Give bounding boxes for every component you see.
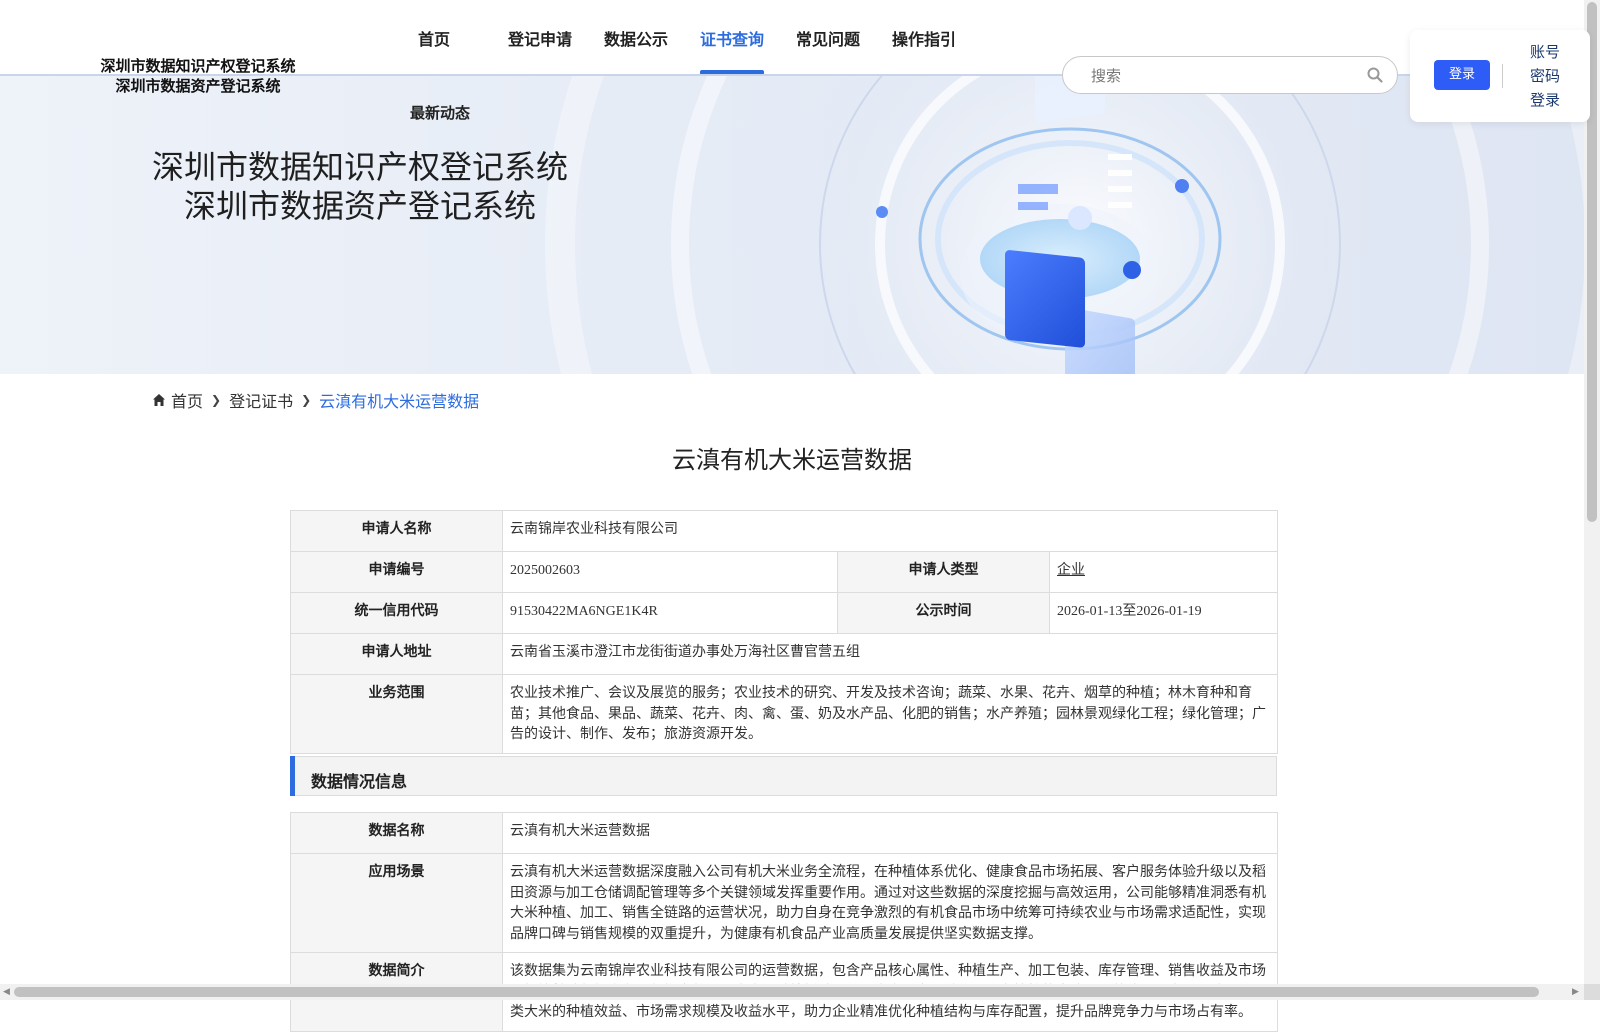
page-title: 云滇有机大米运营数据	[672, 446, 912, 474]
nav-item-faq[interactable]: 常见问题	[796, 26, 860, 50]
application-number-label: 申请编号	[290, 551, 503, 593]
credit-code-value: 91530422MA6NGE1K4R	[502, 592, 838, 634]
login-link-line-1: 账号	[1529, 43, 1560, 61]
nav-item-data-public[interactable]: 数据公示	[604, 26, 668, 50]
breadcrumb-home[interactable]: 首页	[171, 388, 203, 412]
applicant-type-value[interactable]: 企业	[1049, 551, 1278, 593]
banner-title-line-2: 深圳市数据资产登记系统	[183, 187, 536, 225]
applicant-name-label: 申请人名称	[290, 510, 503, 552]
section-title: 数据情况信息	[311, 774, 408, 791]
nav-item-certificate-query[interactable]: 证书查询	[700, 26, 764, 50]
table-row: 应用场景 云滇有机大米运营数据深度融入公司有机大米业务全流程，在种植体系优化、健…	[290, 853, 1278, 953]
applicant-info-table: 申请人名称 云南锦岸农业科技有限公司 申请编号 2025002603 申请人类型…	[290, 510, 1278, 754]
logo-line-1: 深圳市数据知识产权登记系统	[100, 57, 296, 75]
table-row: 申请人地址 云南省玉溪市澄江市龙街街道办事处万海社区曹官营五组	[290, 633, 1278, 675]
banner-title: 深圳市数据知识产权登记系统 深圳市数据资产登记系统	[140, 148, 580, 226]
nav-item-registration[interactable]: 登记申请	[508, 26, 572, 50]
search-icon[interactable]	[1367, 67, 1383, 83]
login-link-line-3: 登录	[1529, 91, 1560, 109]
business-scope-label: 业务范围	[290, 674, 503, 754]
horizontal-scrollbar[interactable]: ◀ ▶	[0, 984, 1584, 1000]
horizontal-scrollbar-thumb[interactable]	[14, 987, 1539, 997]
home-icon	[153, 394, 165, 406]
vertical-scrollbar[interactable]	[1584, 0, 1600, 1000]
login-button[interactable]: 登录	[1434, 60, 1490, 90]
publish-time-label: 公示时间	[837, 592, 1050, 634]
data-name-label: 数据名称	[290, 812, 503, 854]
table-row: 统一信用代码 91530422MA6NGE1K4R 公示时间 2026-01-1…	[290, 592, 1278, 634]
business-scope-value: 农业技术推广、会议及展览的服务；农业技术的研究、开发及技术咨询；蔬菜、水果、花卉…	[502, 674, 1278, 754]
applicant-address-value: 云南省玉溪市澄江市龙街街道办事处万海社区曹官营五组	[502, 633, 1278, 675]
table-row: 申请编号 2025002603 申请人类型 企业	[290, 551, 1278, 593]
nav-active-indicator	[700, 70, 764, 75]
credit-code-label: 统一信用代码	[290, 592, 503, 634]
data-name-value: 云滇有机大米运营数据	[502, 812, 1278, 854]
banner-title-line-1: 深圳市数据知识产权登记系统	[151, 148, 568, 186]
table-row: 数据名称 云滇有机大米运营数据	[290, 812, 1278, 854]
scroll-right-icon[interactable]: ▶	[1572, 987, 1579, 997]
scrollbar-corner	[1584, 984, 1600, 1000]
account-password-login-link[interactable]: 账号 密码 登录	[1520, 40, 1570, 112]
search-input[interactable]	[1089, 63, 1353, 89]
nav-item-guide[interactable]: 操作指引	[892, 26, 956, 50]
application-scene-value: 云滇有机大米运营数据深度融入公司有机大米业务全流程，在种植体系优化、健康食品市场…	[502, 853, 1278, 953]
applicant-address-label: 申请人地址	[290, 633, 503, 675]
logo-line-2: 深圳市数据资产登记系统	[115, 77, 281, 95]
login-divider	[1502, 64, 1503, 88]
table-row: 申请人名称 云南锦岸农业科技有限公司	[290, 510, 1278, 552]
applicant-name-value: 云南锦岸农业科技有限公司	[502, 510, 1278, 552]
nav-item-latest-news[interactable]: 最新动态	[410, 102, 470, 123]
search-box	[1062, 56, 1398, 94]
applicant-type-label: 申请人类型	[837, 551, 1050, 593]
breadcrumb-current[interactable]: 云滇有机大米运营数据	[319, 388, 479, 412]
chevron-right-icon: ❯	[301, 393, 312, 407]
login-panel: 登录 账号 密码 登录	[1410, 30, 1590, 122]
site-logo[interactable]: 深圳市数据知识产权登记系统 深圳市数据资产登记系统	[90, 56, 306, 96]
application-number-value: 2025002603	[502, 551, 838, 593]
publish-time-value: 2026-01-13至2026-01-19	[1049, 592, 1278, 634]
breadcrumb: 首页 ❯ 登记证书 ❯ 云滇有机大米运营数据	[152, 388, 479, 412]
login-link-line-2: 密码	[1529, 67, 1560, 85]
data-info-section-header: 数据情况信息	[290, 756, 1277, 796]
chevron-right-icon: ❯	[211, 393, 222, 407]
table-row: 业务范围 农业技术推广、会议及展览的服务；农业技术的研究、开发及技术咨询；蔬菜、…	[290, 674, 1278, 754]
breadcrumb-certificates[interactable]: 登记证书	[229, 388, 293, 412]
application-scene-label: 应用场景	[290, 853, 503, 953]
scroll-left-icon[interactable]: ◀	[3, 987, 10, 997]
nav-item-home[interactable]: 首页	[418, 26, 450, 50]
